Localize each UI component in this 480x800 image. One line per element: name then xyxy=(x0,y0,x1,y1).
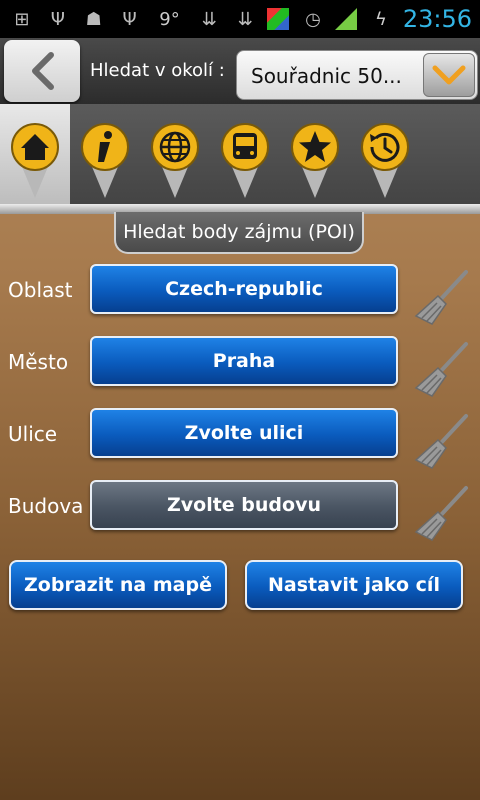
section-title: Hledat body zájmu (POI) xyxy=(114,212,364,254)
temperature-text: 9° xyxy=(159,8,180,30)
add-notification-icon: ⊞ xyxy=(14,8,30,30)
download-icon: ⇊ xyxy=(201,8,217,30)
set-destination-button[interactable]: Nastavit jako cíl xyxy=(245,560,463,610)
bus-icon[interactable] xyxy=(220,122,270,200)
signal-icon xyxy=(334,8,357,30)
battery-charging-icon: ϟ xyxy=(374,8,387,30)
broom-clear-icon[interactable] xyxy=(410,266,472,328)
chevron-down-icon xyxy=(432,65,466,85)
search-near-select[interactable]: Souřadnic 50... xyxy=(236,50,478,100)
region-label: Oblast xyxy=(8,278,73,302)
broom-clear-icon[interactable] xyxy=(410,338,472,400)
header: Hledat v okolí : Souřadnic 50... xyxy=(0,38,480,104)
home-icon[interactable] xyxy=(10,122,60,200)
street-label: Ulice xyxy=(8,422,58,446)
history-clock-icon[interactable] xyxy=(360,122,410,200)
show-on-map-button[interactable]: Zobrazit na mapě xyxy=(9,560,227,610)
building-label: Budova xyxy=(8,494,84,518)
chevron-left-icon xyxy=(32,52,54,90)
status-bar: ⊞ Ψ ☗ Ψ 9° ⇊ ⇊ ◷ ϟ 23:56 xyxy=(0,0,480,38)
poi-category-toolbar xyxy=(0,104,480,204)
search-near-value: Souřadnic 50... xyxy=(251,64,402,88)
region-button[interactable]: Czech-republic xyxy=(90,264,398,314)
search-near-label: Hledat v okolí : xyxy=(90,60,225,81)
download-icon: ⇊ xyxy=(237,8,253,30)
android-debug-icon: ☗ xyxy=(85,8,102,30)
city-button[interactable]: Praha xyxy=(90,336,398,386)
building-button[interactable]: Zvolte budovu xyxy=(90,480,398,530)
broom-clear-icon[interactable] xyxy=(410,482,472,544)
clock: 23:56 xyxy=(402,5,473,33)
broom-clear-icon[interactable] xyxy=(410,410,472,472)
back-button[interactable] xyxy=(4,40,80,102)
star-icon[interactable] xyxy=(290,122,340,200)
city-label: Město xyxy=(8,350,69,374)
street-button[interactable]: Zvolte ulici xyxy=(90,408,398,458)
globe-icon[interactable] xyxy=(150,122,200,200)
dropdown-button[interactable] xyxy=(423,53,475,97)
info-icon[interactable] xyxy=(80,122,130,200)
usb-icon: Ψ xyxy=(122,8,137,30)
app-notification-icon xyxy=(267,8,290,30)
alarm-clock-icon: ◷ xyxy=(305,8,321,30)
usb-icon: Ψ xyxy=(50,8,65,30)
